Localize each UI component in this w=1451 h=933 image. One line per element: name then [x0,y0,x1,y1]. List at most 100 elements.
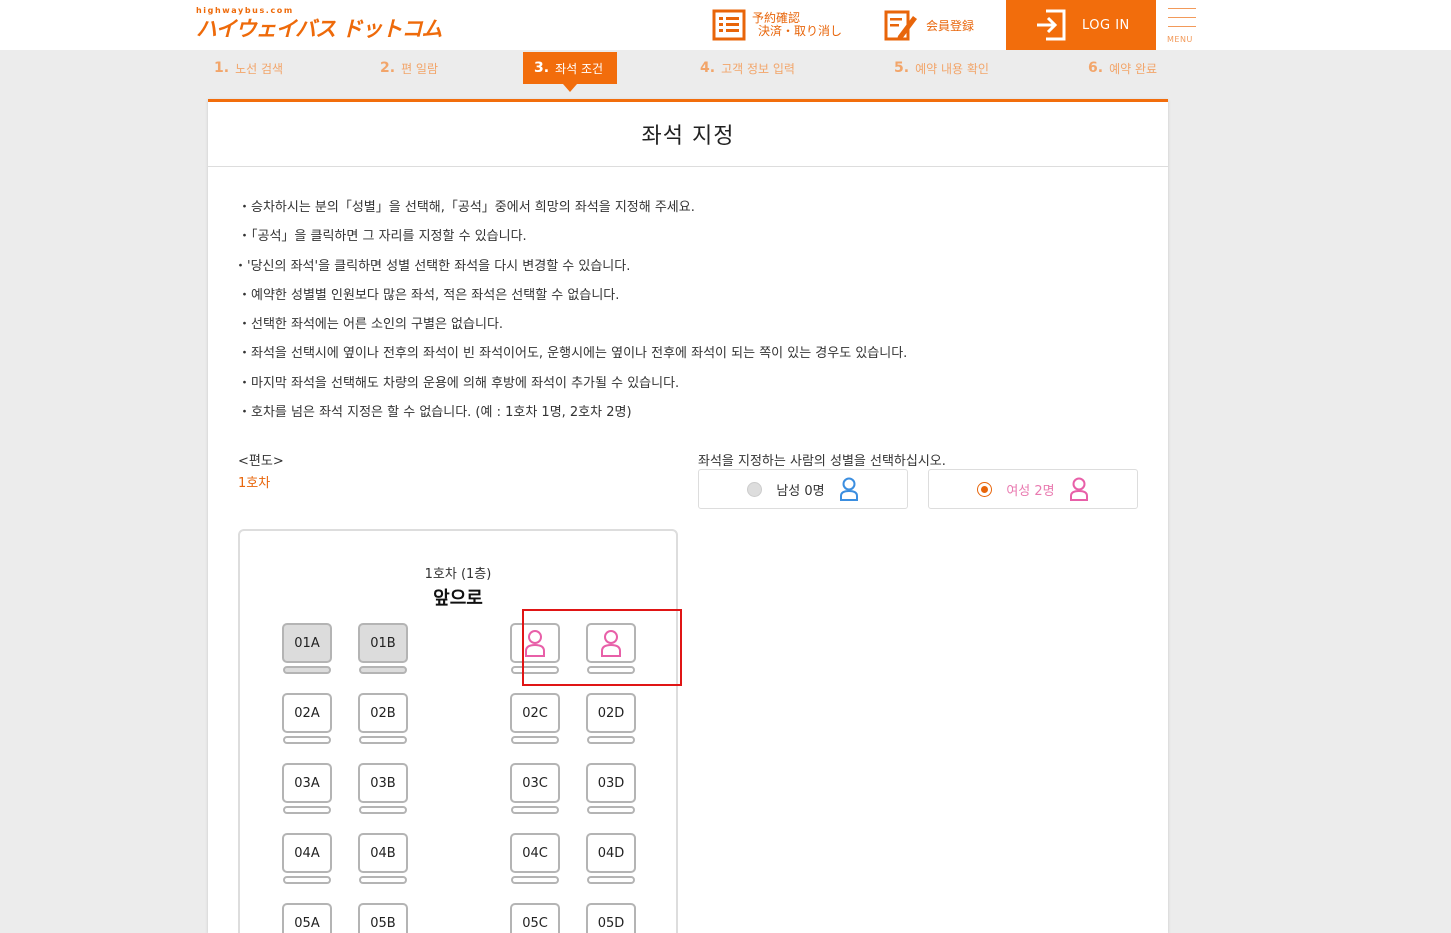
menu-line-icon [1168,26,1196,27]
seat-cushion [511,876,559,884]
seat-number: 04B [358,833,408,873]
seat-05d[interactable]: 05D [586,903,636,933]
page-title: 좌석 지정 [208,102,1168,167]
seat-03b[interactable]: 03B [358,763,408,815]
seat-number: 02D [586,693,636,733]
male-option-label: 남성 0명 [776,483,825,499]
seat-cushion [587,806,635,814]
selected-seats-highlight [522,609,682,686]
gender-prompt: 좌석을 지정하는 사람의 성별을 선택하십시오. [698,454,946,469]
seat-cushion [511,806,559,814]
seat-number: 01A [282,623,332,663]
seat-cushion [511,736,559,744]
step-label: 편 일람 [401,61,438,76]
reservation-check-link[interactable]: 予約確認 決済・取り消し [712,0,842,50]
step-label: 예약 완료 [1109,61,1158,76]
step-number: 4. [700,60,716,76]
seat-02b[interactable]: 02B [358,693,408,745]
seat-04a[interactable]: 04A [282,833,332,885]
step-1: 1. 노선 검색 [214,52,283,84]
site-logo[interactable]: highwaybus.com ハイウェイバス ドットコム [196,6,442,42]
seat-cushion [283,736,331,744]
step-label: 예약 내용 확인 [915,61,989,76]
reservation-link-text: 予約確認 決済・取り消し [752,12,842,38]
login-button[interactable]: LOG IN [1006,0,1156,50]
seat-number: 03A [282,763,332,803]
seat-number: 05C [510,903,560,933]
seat-02d[interactable]: 02D [586,693,636,745]
male-radio[interactable] [747,481,763,497]
step-number: 6. [1088,60,1104,76]
step-6: 6. 예약 완료 [1088,52,1157,84]
seat-01a: 01A [282,623,332,675]
reservation-line2: 決済・取り消し [758,24,843,38]
note-item: ・선택한 좌석에는 어른 소인의 구별은 없습니다. [238,317,504,333]
note-item: ・좌석을 선택시에 옆이나 전후의 좌석이 빈 좌석이어도, 운행시에는 옆이나… [238,346,908,362]
car-number-label: 1호차 [238,476,271,491]
step-3-active: 3. 좌석 조건 [523,52,617,84]
female-person-icon [1069,477,1088,501]
step-label: 노선 검색 [235,61,284,76]
step-number: 1. [214,60,230,76]
note-item: ・예약한 성별별 인원보다 많은 좌석, 적은 좌석은 선택할 수 없습니다. [238,287,620,303]
seat-number: 03C [510,763,560,803]
seat-cushion [359,736,407,744]
member-register-link[interactable]: 会員登録 [884,0,974,50]
seat-02a[interactable]: 02A [282,693,332,745]
seat-number: 02A [282,693,332,733]
seat-cushion [587,876,635,884]
logo-main-text: ハイウェイバス ドットコム [196,17,442,41]
edit-form-icon [884,10,917,41]
seat-03d[interactable]: 03D [586,763,636,815]
seat-05a[interactable]: 05A [282,903,332,933]
seat-04b[interactable]: 04B [358,833,408,885]
gender-female-option[interactable]: 여성 2명 [928,469,1138,509]
seat-number: 02B [358,693,408,733]
step-number: 2. [380,60,396,76]
seat-cushion [283,806,331,814]
seat-number: 03B [358,763,408,803]
login-text: LOG IN [1082,17,1130,33]
floor-label: 1호차 (1층) [424,567,492,582]
instruction-notes: ・승차하시는 분의「성별」을 선택해,「공석」중에서 희망의 좌석을 지정해 주… [234,198,1138,432]
note-item: ・호차를 넘은 좌석 지정은 할 수 없습니다. (예 : 1호차 1명, 2호… [238,405,632,421]
step-5: 5. 예약 내용 확인 [894,52,989,84]
menu-line-icon [1168,8,1196,9]
route-type-label: <편도> [238,454,284,469]
menu-label: MENU [1167,35,1193,44]
seat-01b: 01B [358,623,408,675]
header: highwaybus.com ハイウェイバス ドットコム 予約確認 決済・取り消… [0,0,1451,50]
menu-line-icon [1168,17,1196,18]
seat-number: 02C [510,693,560,733]
front-direction-label: 앞으로 [433,588,483,609]
seat-04d[interactable]: 04D [586,833,636,885]
female-option-label: 여성 2명 [1006,483,1055,499]
seat-05b[interactable]: 05B [358,903,408,933]
menu-button[interactable]: MENU [1166,6,1196,46]
seat-03c[interactable]: 03C [510,763,560,815]
female-radio-selected[interactable] [977,481,993,497]
note-item: ・승차하시는 분의「성별」을 선택해,「공석」중에서 희망의 좌석을 지정해 주… [238,200,695,215]
seat-cushion [359,666,407,674]
seat-04c[interactable]: 04C [510,833,560,885]
seat-05c[interactable]: 05C [510,903,560,933]
male-person-icon [839,477,858,501]
note-item: ・마지막 좌석을 선택해도 차량의 운용에 의해 후방에 좌석이 추가될 수 있… [238,375,680,391]
seat-number: 05A [282,903,332,933]
seat-number: 03D [586,763,636,803]
step-4: 4. 고객 정보 입력 [700,52,795,84]
seat-02c[interactable]: 02C [510,693,560,745]
logo-small-text: highwaybus.com [196,6,294,15]
active-step-arrow [563,84,577,92]
seat-number: 04C [510,833,560,873]
seat-number: 05B [358,903,408,933]
seat-03a[interactable]: 03A [282,763,332,815]
gender-male-option[interactable]: 남성 0명 [698,469,908,509]
seat-cushion [283,876,331,884]
seat-cushion [359,876,407,884]
step-label: 고객 정보 입력 [721,61,795,76]
reservation-list-icon [712,9,746,41]
seat-selection-panel: 좌석 지정 ・승차하시는 분의「성별」을 선택해,「공석」중에서 희망의 좌석을… [208,99,1168,933]
seat-number: 04D [586,833,636,873]
seat-map: 1호차 (1층) 앞으로 01A 01B 02A 02B 02C 02D 03A… [238,529,682,933]
